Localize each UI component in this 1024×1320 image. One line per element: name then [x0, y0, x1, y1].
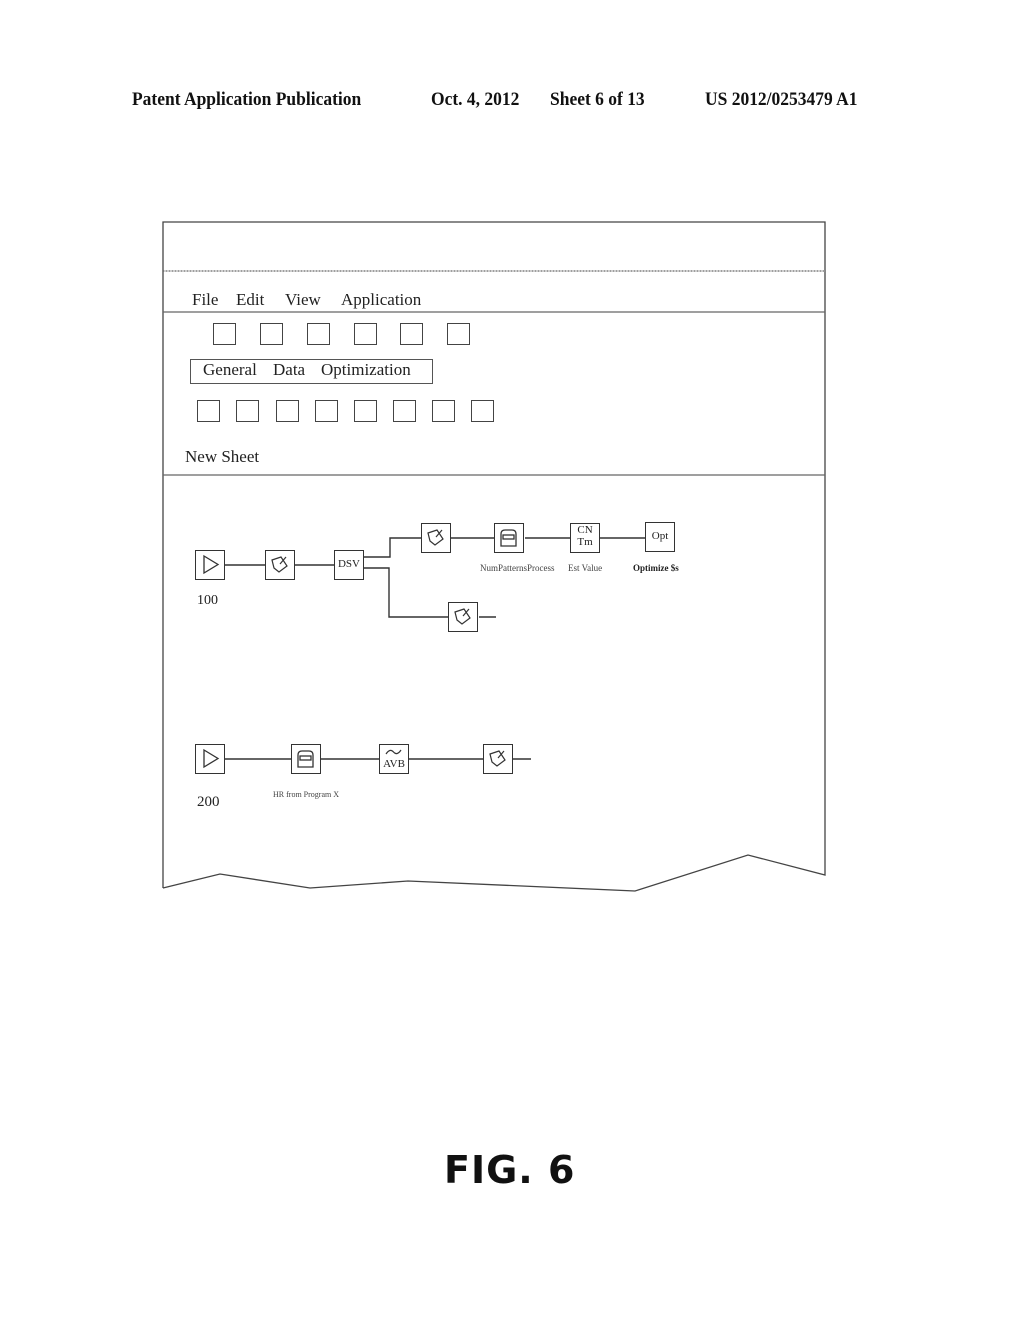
node-est-value-text-2: Tm [577, 536, 593, 548]
pencil-tag-icon [271, 556, 288, 573]
node-lower-transform[interactable] [448, 602, 478, 632]
window-frame [162, 221, 826, 892]
palette-button-4[interactable] [315, 400, 338, 422]
database-drawer-icon [297, 750, 314, 768]
pencil-tag-icon [489, 750, 506, 767]
tab-optimization[interactable]: Optimization [321, 360, 411, 380]
palette-button-5[interactable] [354, 400, 377, 422]
play-triangle-icon [203, 748, 220, 769]
node-est-value[interactable]: CN Tm [570, 523, 600, 553]
tab-data[interactable]: Data [273, 360, 305, 380]
toolbar-button-4[interactable] [354, 323, 377, 345]
node-transform-200[interactable] [483, 744, 513, 774]
workflow-200-id: 200 [197, 794, 220, 810]
label-hr-from-program-x: HR from Program X [273, 790, 339, 799]
palette-button-2[interactable] [236, 400, 259, 422]
node-hr-from-program-x[interactable] [291, 744, 321, 774]
menu-edit[interactable]: Edit [236, 290, 264, 310]
menu-view[interactable]: View [285, 290, 321, 310]
label-num-patterns-process: NumPatternsProcess [480, 563, 555, 573]
node-source-200[interactable] [195, 744, 225, 774]
menu-file[interactable]: File [192, 290, 218, 310]
palette-button-1[interactable] [197, 400, 220, 422]
node-source-100[interactable] [195, 550, 225, 580]
palette-button-7[interactable] [432, 400, 455, 422]
node-optimize[interactable]: Opt [645, 522, 675, 552]
node-num-patterns-process[interactable] [494, 523, 524, 553]
toolbar-button-3[interactable] [307, 323, 330, 345]
node-upper-transform[interactable] [421, 523, 451, 553]
toolbar-button-5[interactable] [400, 323, 423, 345]
play-triangle-icon [203, 554, 220, 575]
node-dsv-text: DSV [337, 558, 360, 570]
wave-icon [385, 749, 402, 755]
toolbar-button-1[interactable] [213, 323, 236, 345]
toolbar-button-6[interactable] [447, 323, 470, 345]
palette-button-3[interactable] [276, 400, 299, 422]
figure-caption: FIG. 6 [444, 1148, 576, 1192]
label-optimize: Optimize $s [633, 563, 679, 573]
tab-general[interactable]: General [203, 360, 257, 380]
workflow-100-id: 100 [197, 593, 218, 608]
menu-application[interactable]: Application [341, 290, 421, 310]
pencil-tag-icon [454, 608, 471, 625]
node-transform-100[interactable] [265, 550, 295, 580]
toolbar-button-2[interactable] [260, 323, 283, 345]
node-optimize-text: Opt [651, 530, 669, 542]
node-est-value-text-1: CN [577, 524, 593, 536]
database-drawer-icon [500, 529, 517, 547]
label-est-value: Est Value [568, 563, 603, 573]
node-avb-text: AVB [383, 758, 405, 770]
palette-button-8[interactable] [471, 400, 494, 422]
palette-button-6[interactable] [393, 400, 416, 422]
node-avb[interactable]: AVB [379, 744, 409, 774]
sheet-tab[interactable]: New Sheet [185, 447, 259, 467]
pencil-tag-icon [427, 529, 444, 546]
node-dsv[interactable]: DSV [334, 550, 364, 580]
